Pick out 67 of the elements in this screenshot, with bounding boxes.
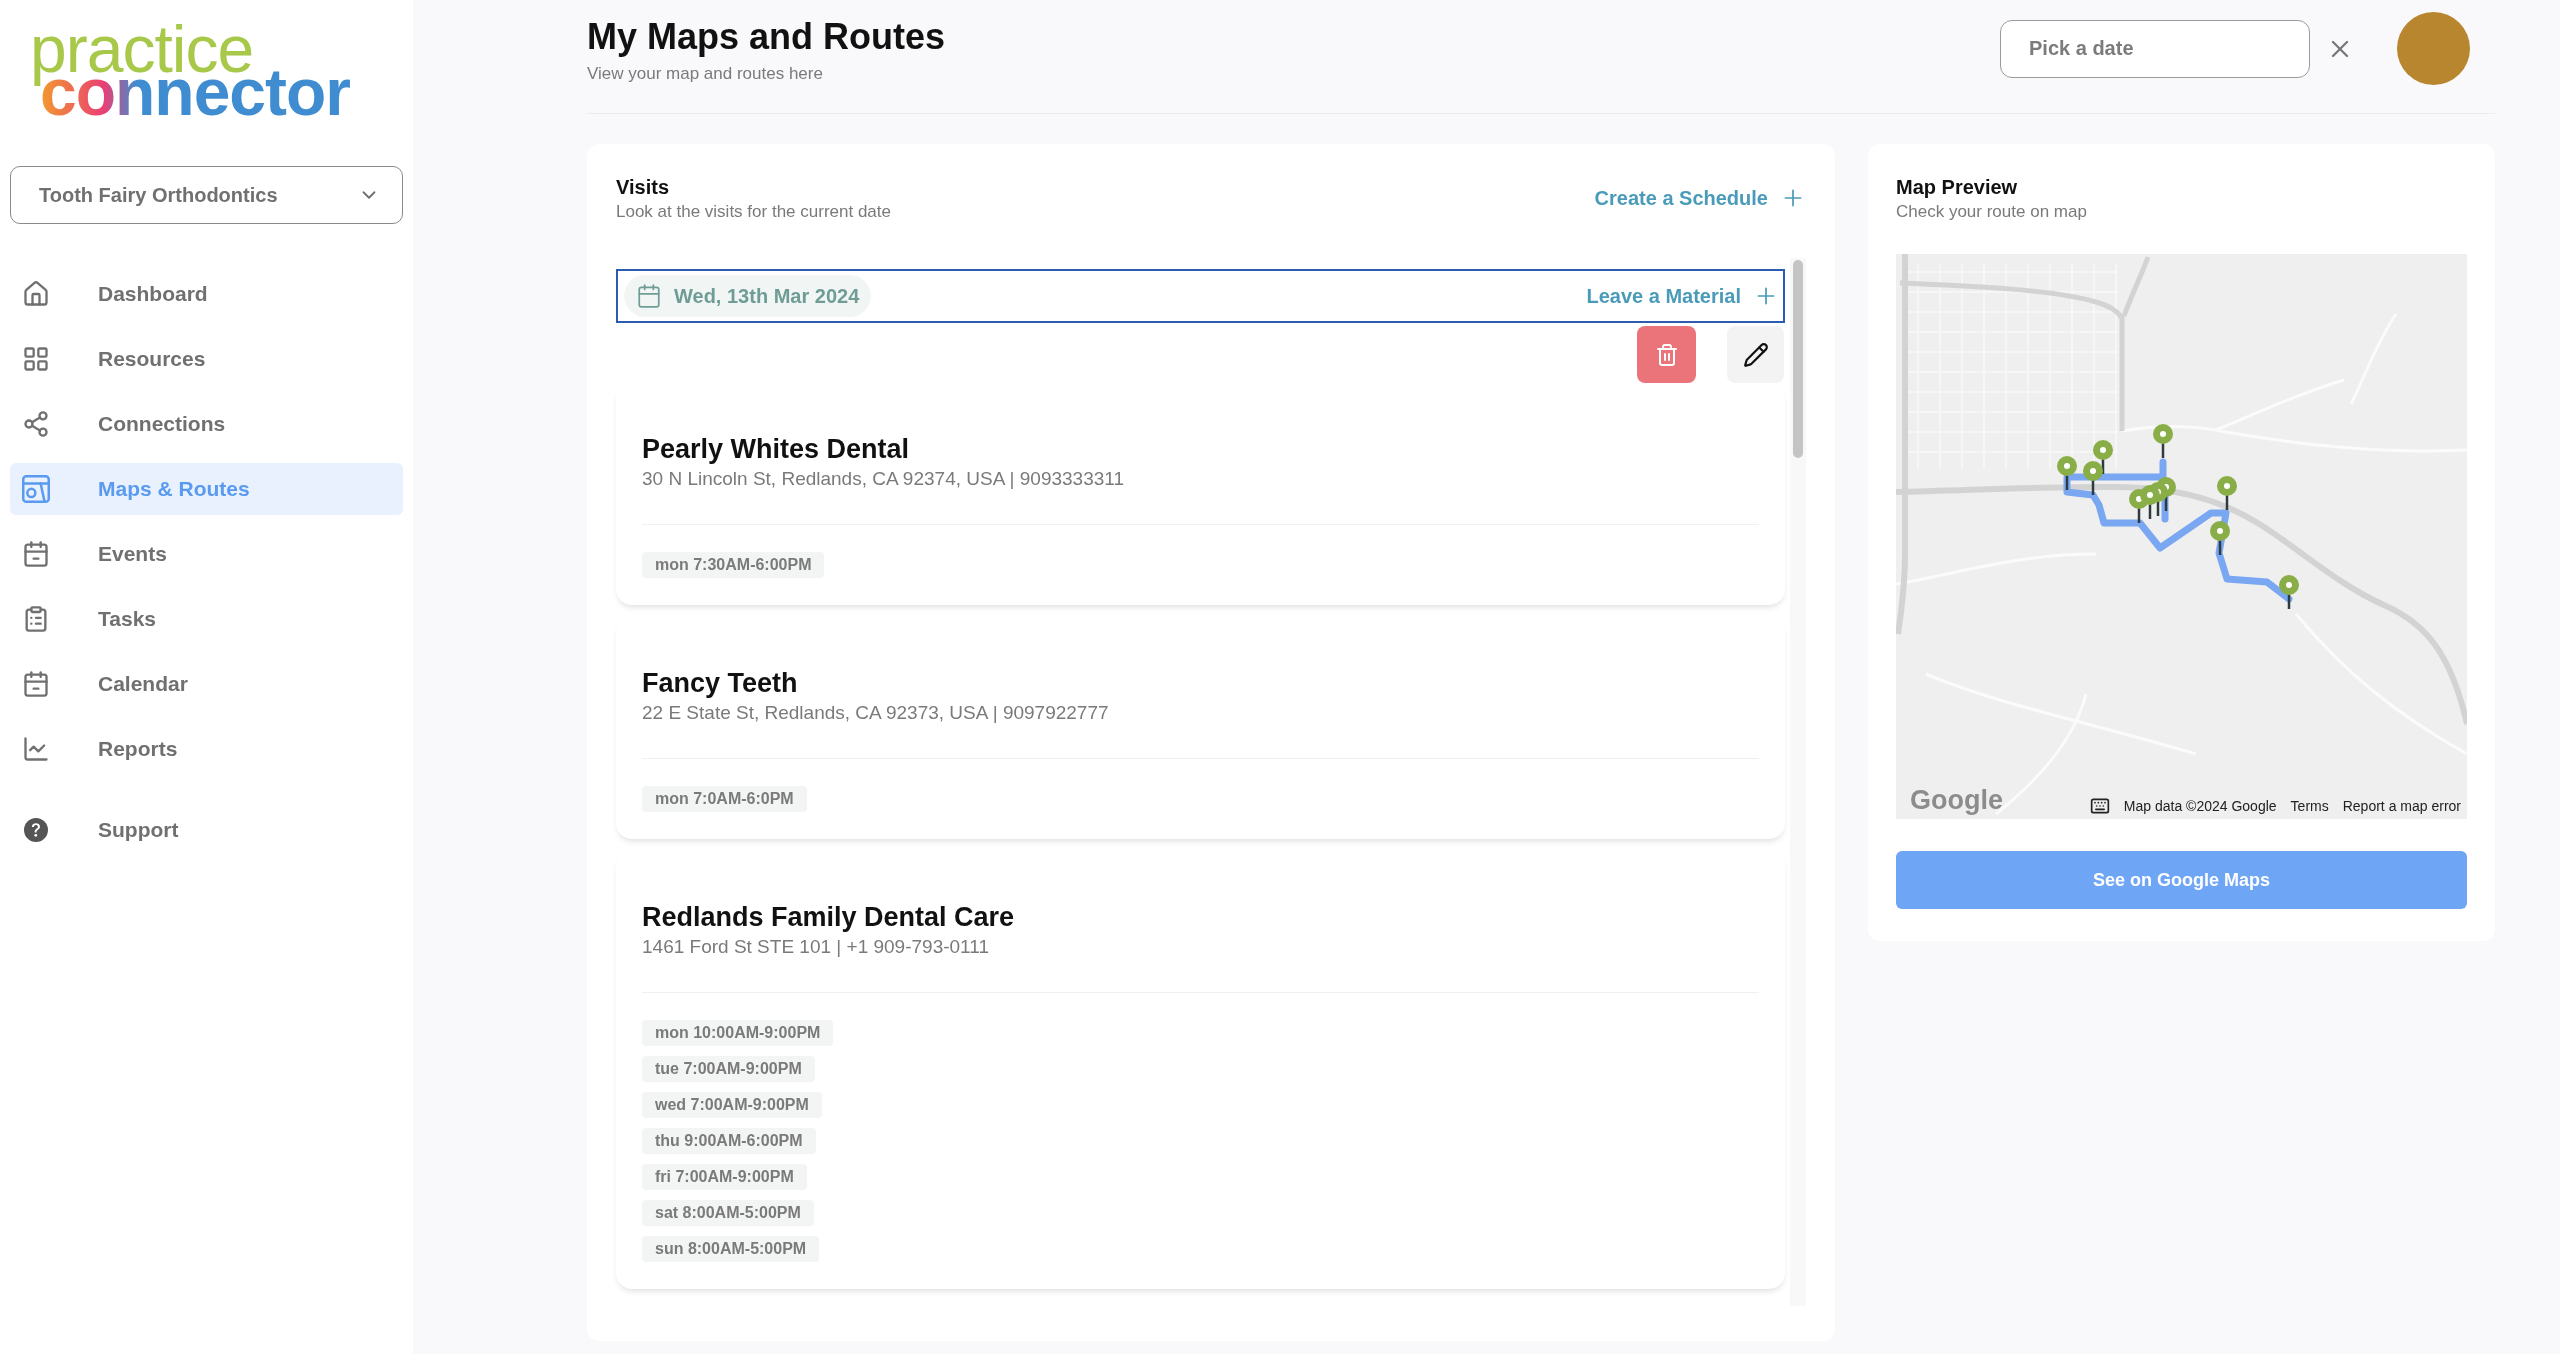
organization-select[interactable]: Tooth Fairy Orthodontics [10, 166, 403, 224]
hours-tag: sun 8:00AM-5:00PM [642, 1236, 820, 1262]
map-link[interactable]: Terms [2290, 797, 2329, 815]
page-subtitle: View your map and routes here [587, 63, 824, 85]
map-view[interactable]: Google Map data ©2024 Google Terms Report a map error [1896, 254, 2467, 819]
nav-item[interactable]: Reports [10, 723, 403, 775]
visit-card[interactable]: Pearly Whites Dental 30 N Lincoln St, Redlands, CA 92374, USA | 9093333311 mon 7:30AM-6:00PM [616, 383, 1785, 605]
map-pin-icon[interactable] [2153, 424, 2173, 458]
map-pin-icon[interactable] [2057, 456, 2077, 490]
map-pin-icon[interactable] [2083, 461, 2103, 495]
hours-tag: mon 10:00AM-9:00PM [642, 1020, 834, 1046]
map-pin-icon[interactable] [2210, 521, 2230, 555]
place-address: 1461 Ford St STE 101 | +1 909-793-0111 [642, 935, 990, 959]
calendar-icon [22, 540, 50, 568]
nav-item[interactable]: Tasks [10, 593, 403, 645]
map-pin-icon[interactable] [2217, 476, 2237, 510]
map-pin-icon[interactable] [2140, 485, 2160, 519]
visit-card[interactable]: Redlands Family Dental Care 1461 Ford St STE 101 | +1 909-793-0111 mon 10:00AM-9:00PM tue 7:00AM-9:00PM wed 7:00AM-9:00PM thu 9:00AM-6:00PM fri 7:00AM-9:00PM sat 8:00AM-5:00PM sun 8:00AM-5:00PM [616, 851, 1785, 1289]
pencil-icon [1742, 341, 1769, 368]
calendar-icon [636, 283, 662, 309]
google-maps-button[interactable]: See on Google Maps [1896, 851, 2467, 909]
nav-item[interactable]: Maps & Routes [10, 463, 403, 515]
map-icon [22, 475, 50, 503]
share-icon [22, 410, 50, 438]
line-chart-icon [22, 735, 50, 763]
visit-card[interactable]: Fancy Teeth 22 E State St, Redlands, CA 92373, USA | 9097922777 mon 7:0AM-6:0PM [616, 617, 1785, 839]
panel-title: Map Preview [1896, 175, 2019, 200]
hours-tag: fri 7:00AM-9:00PM [642, 1164, 807, 1190]
nav-item[interactable]: Dashboard [10, 268, 403, 320]
map-logo: Google [1910, 785, 2003, 815]
edit-button[interactable] [1727, 326, 1784, 383]
hours-tag: wed 7:00AM-9:00PM [642, 1092, 822, 1118]
map-pin-icon[interactable] [2279, 575, 2299, 609]
place-address: 30 N Lincoln St, Redlands, CA 92374, USA | 9093333311 [642, 467, 1126, 491]
panel-subtitle: Check your route on map [1896, 201, 2088, 223]
panel-title: Visits [616, 175, 670, 200]
keyboard-icon[interactable] [2089, 796, 2110, 816]
grid-icon [22, 345, 50, 373]
map-attribution: Map data ©2024 Google [2123, 797, 2277, 815]
hours-tag: sat 8:00AM-5:00PM [642, 1200, 814, 1226]
nav-item[interactable]: Connections [10, 398, 403, 450]
place-name: Fancy Teeth [642, 667, 799, 700]
home-icon [22, 280, 50, 308]
date-field[interactable]: Pick a date [2000, 19, 2310, 78]
hours-tag: thu 9:00AM-6:00PM [642, 1128, 816, 1154]
hours-tag: mon 7:0AM-6:0PM [642, 786, 807, 812]
page-title: My Maps and Routes [587, 17, 946, 57]
help-icon [24, 818, 48, 842]
hours-tag: tue 7:00AM-9:00PM [642, 1056, 815, 1082]
create-schedule-button[interactable]: Create a Schedule [1594, 183, 1806, 213]
day-header[interactable]: Wed, 13th Mar 2024 Leave a Material [616, 269, 1785, 323]
delete-button[interactable] [1637, 326, 1696, 383]
map-link[interactable]: Report a map error [2342, 797, 2461, 815]
place-name: Redlands Family Dental Care [642, 901, 1016, 934]
calendar-icon [22, 670, 50, 698]
visit-date: Wed, 13th Mar 2024 [674, 284, 860, 309]
nav-item[interactable]: Events [10, 528, 403, 580]
nav-item[interactable]: Calendar [10, 658, 403, 710]
nav-item[interactable]: Support [10, 804, 403, 856]
leave-material-button[interactable]: Leave a Material [1586, 281, 1779, 311]
place-address: 22 E State St, Redlands, CA 92373, USA | 9097922777 [642, 701, 1110, 725]
hours-tag: mon 7:30AM-6:00PM [642, 552, 825, 578]
panel-subtitle: Look at the visits for the current date [616, 201, 891, 223]
trash-icon [1654, 342, 1679, 367]
nav-item[interactable]: Resources [10, 333, 403, 385]
scrollbar-thumb[interactable] [1793, 260, 1803, 458]
place-name: Pearly Whites Dental [642, 433, 911, 466]
